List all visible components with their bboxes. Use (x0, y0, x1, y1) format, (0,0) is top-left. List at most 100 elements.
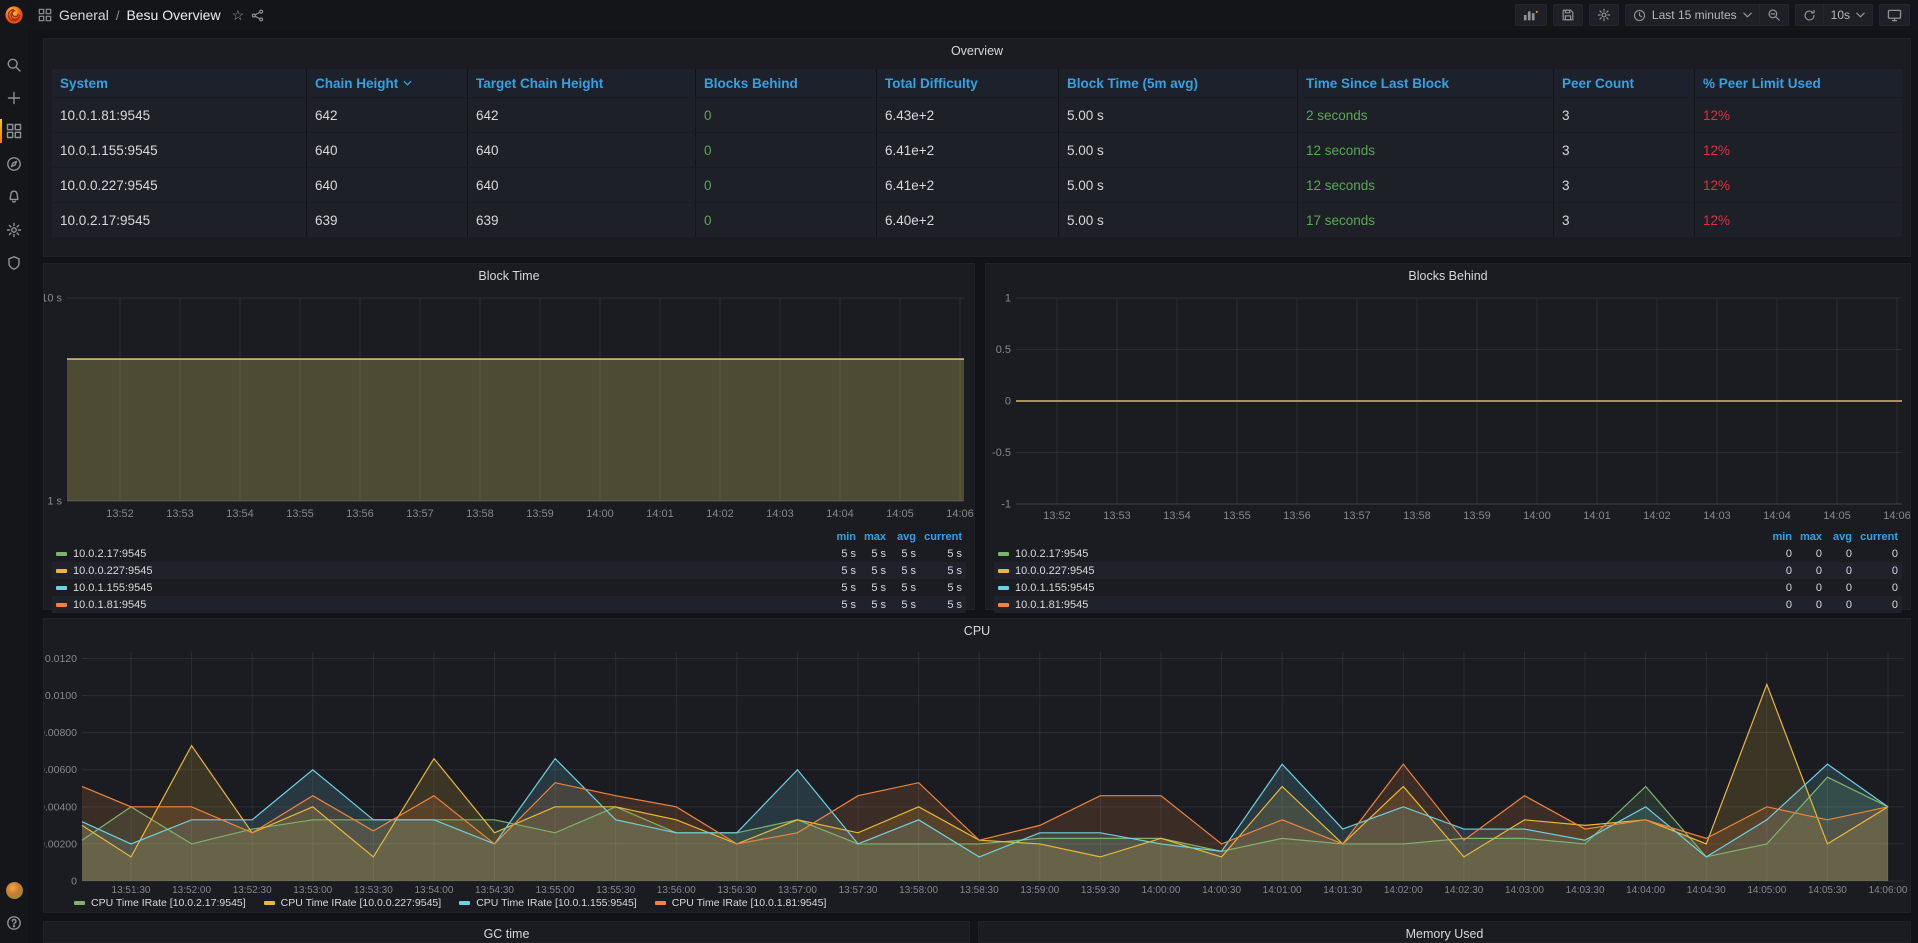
refresh-button[interactable] (1795, 4, 1824, 26)
legend-series-swatch-icon (56, 552, 67, 556)
legend-column-max[interactable]: max (1792, 531, 1822, 543)
cpu-legend-item[interactable]: CPU Time IRate [10.0.1.81:9545] (655, 897, 827, 909)
legend-series-name[interactable]: 10.0.0.227:9545 (998, 565, 1758, 577)
block-time-chart[interactable]: 10 s1 s13:5213:5313:5413:5513:5613:5713:… (44, 286, 974, 528)
sidebar (0, 0, 28, 943)
legend-series-name[interactable]: 10.0.2.17:9545 (56, 548, 822, 560)
cell-time-since-last-block: 12 seconds (1298, 168, 1554, 202)
breadcrumb-folder[interactable]: General (59, 7, 109, 23)
legend-row: 10.0.0.227:95455 s5 s5 s5 s (52, 562, 966, 579)
blocks-behind-chart[interactable]: 10.50-0.5-113:5213:5313:5413:5513:5613:5… (986, 286, 1910, 528)
sidebar-item-help[interactable] (0, 913, 28, 933)
legend-value: 0 (1758, 599, 1792, 611)
legend-value: 5 s (916, 565, 962, 577)
compass-icon (6, 156, 22, 172)
column-header-blocks-behind[interactable]: Blocks Behind (696, 69, 877, 97)
sidebar-item-create[interactable] (0, 88, 28, 108)
legend-row: 10.0.1.81:95450000 (994, 596, 1902, 613)
star-icon[interactable]: ☆ (232, 7, 245, 24)
legend-column-current[interactable]: current (916, 531, 962, 543)
legend-value: 0 (1758, 548, 1792, 560)
legend-row: 10.0.1.155:95455 s5 s5 s5 s (52, 579, 966, 596)
legend-column-current[interactable]: current (1852, 531, 1898, 543)
column-header-peer-count[interactable]: Peer Count (1554, 69, 1695, 97)
cell-time-since-last-block: 12 seconds (1298, 133, 1554, 167)
panel-title-cpu[interactable]: CPU (44, 624, 1910, 638)
breadcrumb-dashboard[interactable]: Besu Overview (126, 7, 220, 23)
cpu-legend-item[interactable]: CPU Time IRate [10.0.0.227:9545] (264, 897, 442, 909)
cell-total-difficulty: 6.41e+2 (877, 168, 1059, 202)
dashboard-settings-button[interactable] (1589, 4, 1619, 26)
share-icon[interactable] (251, 9, 264, 22)
cpu-legend-item[interactable]: CPU Time IRate [10.0.1.155:9545] (459, 897, 637, 909)
cell-system: 10.0.0.227:9545 (52, 168, 307, 202)
gear-icon (6, 222, 22, 238)
legend-value: 0 (1852, 582, 1898, 594)
column-header-peer-limit-used[interactable]: % Peer Limit Used (1695, 69, 1902, 97)
legend-column-avg[interactable]: avg (1822, 531, 1852, 543)
axis-tick-label: 14:04 (1763, 510, 1791, 522)
axis-tick-label: 0.5 (996, 344, 1011, 356)
legend-series-name[interactable]: 10.0.1.155:9545 (998, 582, 1758, 594)
cell-target-chain-height: 640 (468, 133, 696, 167)
sidebar-item-configuration[interactable] (0, 220, 28, 240)
add-panel-button[interactable] (1515, 4, 1547, 26)
column-header-block-time[interactable]: Block Time (5m avg) (1059, 69, 1298, 97)
refresh-interval-picker[interactable]: 10s (1824, 4, 1873, 26)
sidebar-item-alerting[interactable] (0, 187, 28, 207)
axis-tick-label: 0.0120 (45, 653, 77, 665)
axis-tick-label: 13:52 (106, 508, 134, 520)
legend-column-min[interactable]: min (822, 531, 856, 543)
legend-value: 5 s (856, 565, 886, 577)
grafana-logo-icon[interactable] (4, 5, 24, 25)
table-row: 10.0.1.81:954564264206.43e+25.00 s2 seco… (52, 98, 1902, 132)
column-header-time-since-last-block[interactable]: Time Since Last Block (1298, 69, 1554, 97)
column-header-total-difficulty[interactable]: Total Difficulty (877, 69, 1059, 97)
panel-title-block-time[interactable]: Block Time (44, 269, 974, 283)
panel-title-gc-time[interactable]: GC time (44, 927, 969, 941)
legend-series-swatch-icon (56, 603, 67, 607)
sidebar-item-search[interactable] (0, 55, 28, 75)
time-range-picker[interactable]: Last 15 minutes (1625, 4, 1760, 26)
panel-title-memory-used[interactable]: Memory Used (979, 927, 1910, 941)
legend-value: 5 s (886, 599, 916, 611)
axis-tick-label: 13:52:30 (233, 885, 272, 896)
column-header-target-chain-height[interactable]: Target Chain Height (468, 69, 696, 97)
legend-value: 5 s (916, 582, 962, 594)
column-header-chain-height[interactable]: Chain Height (307, 69, 468, 97)
axis-tick-label: 13:56:30 (717, 885, 756, 896)
legend-series-swatch-icon (264, 901, 275, 905)
save-dashboard-button[interactable] (1553, 4, 1583, 26)
cpu-chart[interactable]: 0.01200.01000.008000.006000.004000.00200… (44, 639, 1910, 897)
sidebar-item-server-admin[interactable] (0, 253, 28, 273)
panel-gc-time: GC time (43, 921, 970, 943)
legend-series-name[interactable]: 10.0.0.227:9545 (56, 565, 822, 577)
legend-series-name[interactable]: 10.0.1.81:9545 (998, 599, 1758, 611)
cell-total-difficulty: 6.40e+2 (877, 203, 1059, 237)
axis-tick-label: 14:01:30 (1323, 885, 1362, 896)
axis-tick-label: 13:55 (1223, 510, 1251, 522)
axis-tick-label: 14:06:00 (1869, 885, 1908, 896)
legend-value: 5 s (886, 565, 916, 577)
cycle-view-mode-button[interactable] (1879, 4, 1910, 26)
panel-title-overview[interactable]: Overview (44, 44, 1910, 58)
legend-value: 0 (1852, 565, 1898, 577)
cpu-legend-item[interactable]: CPU Time IRate [10.0.2.17:9545] (74, 897, 246, 909)
sidebar-item-dashboards[interactable] (0, 121, 28, 141)
legend-column-avg[interactable]: avg (886, 531, 916, 543)
legend-value: 5 s (856, 599, 886, 611)
panel-title-blocks-behind[interactable]: Blocks Behind (986, 269, 1910, 283)
sidebar-item-explore[interactable] (0, 154, 28, 174)
legend-series-name[interactable]: 10.0.1.155:9545 (56, 582, 822, 594)
legend-column-max[interactable]: max (856, 531, 886, 543)
legend-series-name[interactable]: 10.0.1.81:9545 (56, 599, 822, 611)
cell-blocks-behind: 0 (696, 133, 877, 167)
user-avatar[interactable] (6, 882, 23, 899)
zoom-out-button[interactable] (1760, 4, 1789, 26)
axis-tick-label: 14:00:00 (1141, 885, 1180, 896)
legend-column-min[interactable]: min (1758, 531, 1792, 543)
axis-tick-label: 0.00800 (44, 727, 77, 739)
legend-series-name[interactable]: 10.0.2.17:9545 (998, 548, 1758, 560)
axis-tick-label: 13:56 (1283, 510, 1311, 522)
column-header-system[interactable]: System (52, 69, 307, 97)
